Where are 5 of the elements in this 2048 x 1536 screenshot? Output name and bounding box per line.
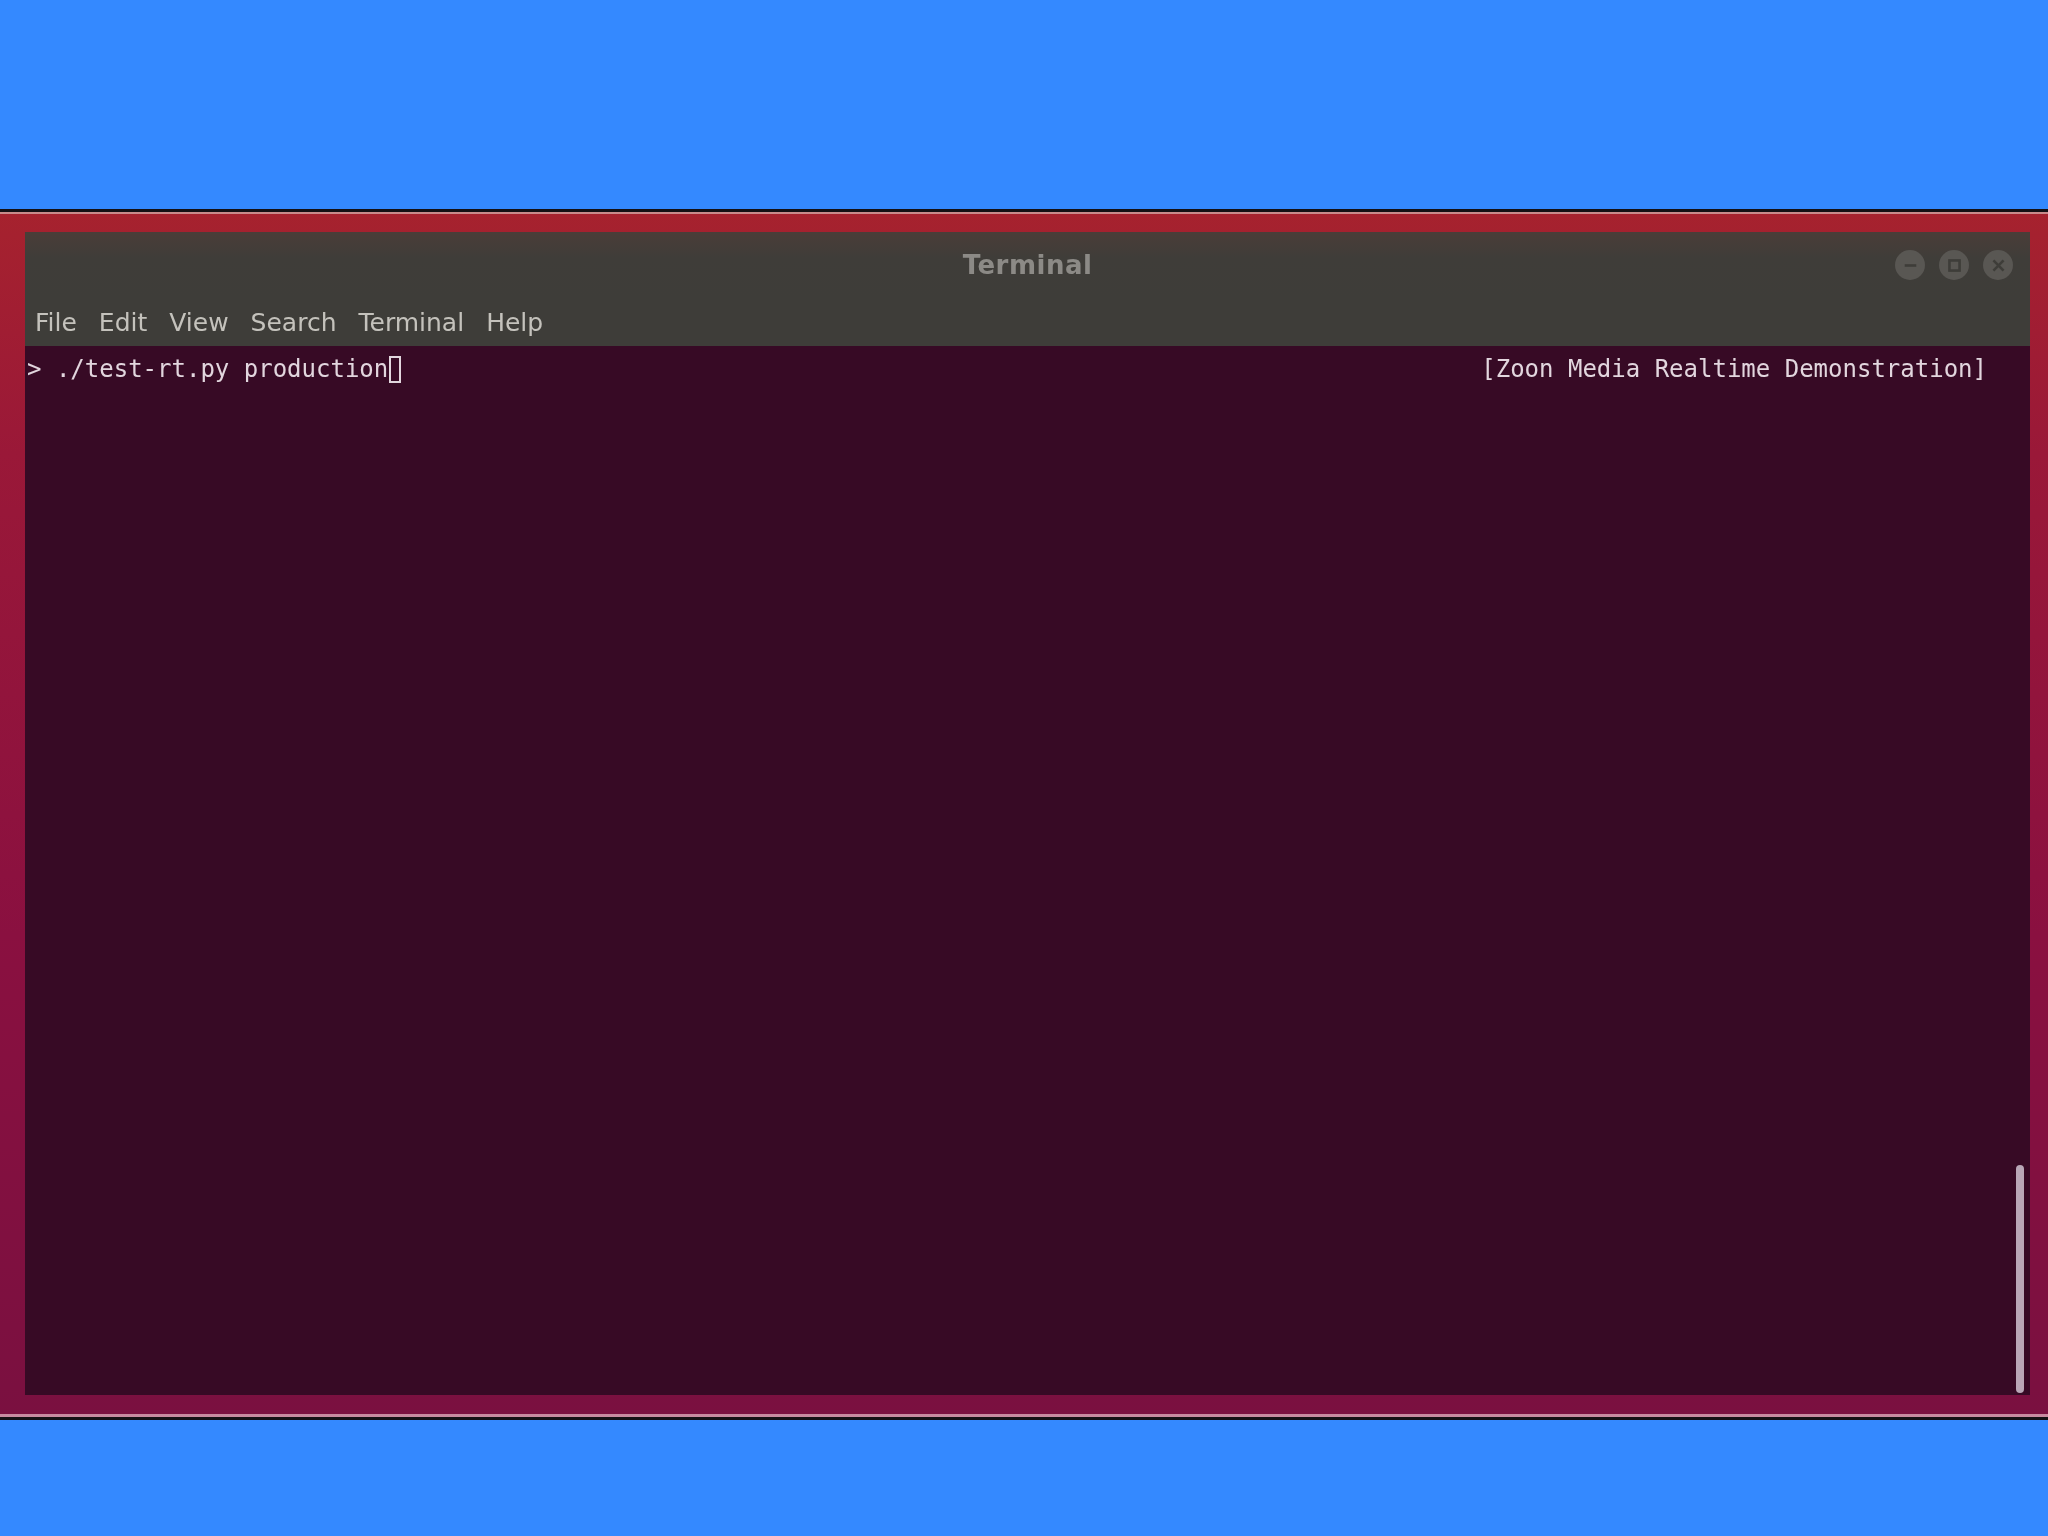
close-icon bbox=[1991, 258, 2005, 272]
banner-text: [Zoon Media Realtime Demonstration] bbox=[1481, 354, 1987, 384]
square-icon bbox=[1947, 258, 1961, 272]
command-text: > ./test-rt.py production bbox=[27, 354, 389, 384]
window-title: Terminal bbox=[962, 250, 1093, 280]
